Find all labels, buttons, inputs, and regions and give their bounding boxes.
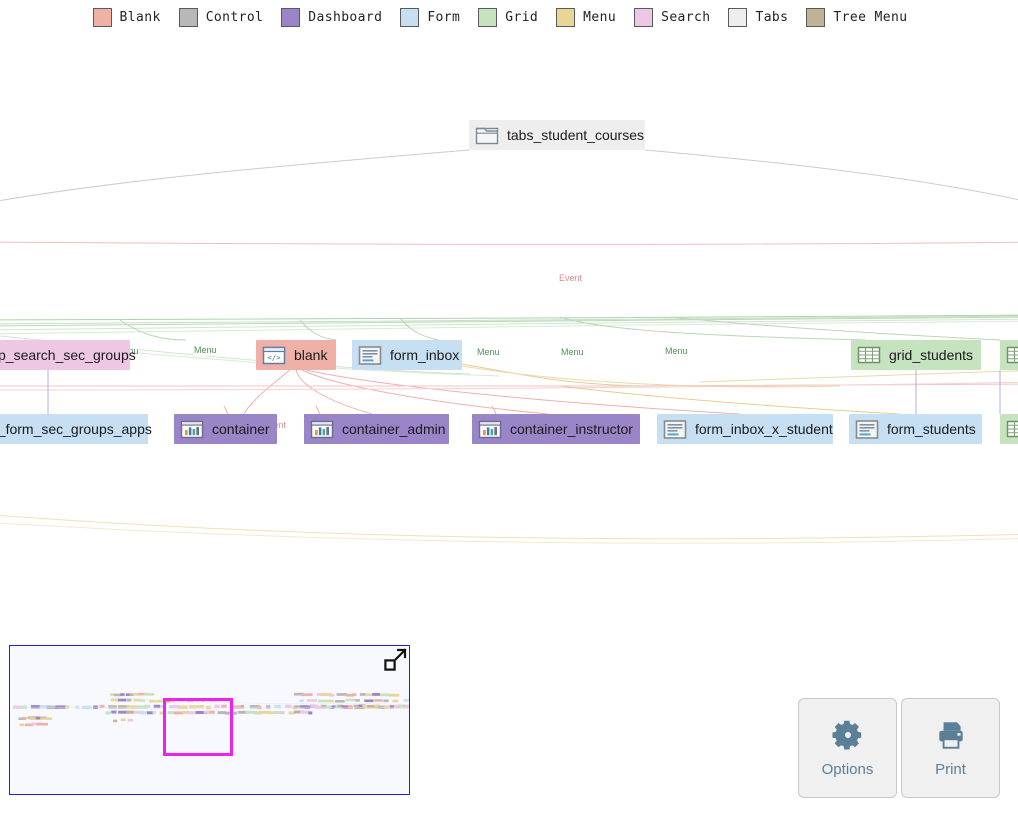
- legend-item-form[interactable]: Form: [400, 8, 460, 27]
- legend-item-label: Dashboard: [308, 10, 382, 25]
- form-doc-icon: [357, 344, 383, 366]
- grid-table-icon: [856, 344, 882, 366]
- print-button[interactable]: Print: [901, 698, 1000, 798]
- color-swatch-icon: [400, 8, 419, 27]
- color-swatch-icon: [728, 8, 747, 27]
- graph-node-tabs_student_courses[interactable]: tabs_student_courses: [469, 120, 645, 150]
- graph-node-grid_students[interactable]: grid_students: [851, 340, 981, 370]
- graph-node-label: form_inbox_x_student: [695, 421, 833, 437]
- legend-item-label: Form: [427, 10, 460, 25]
- legend: Blank Control Dashboard Form Grid Menu Search T…: [0, 0, 1018, 34]
- color-swatch-icon: [556, 8, 575, 27]
- printer-icon: [934, 718, 968, 752]
- color-swatch-icon: [281, 8, 300, 27]
- graph-node-form_inbox[interactable]: form_inbox: [352, 340, 462, 370]
- print-button-label: Print: [935, 761, 966, 778]
- legend-item-control[interactable]: Control: [179, 8, 264, 27]
- color-swatch-icon: [478, 8, 497, 27]
- legend-item-tabs[interactable]: Tabs: [728, 8, 788, 27]
- graph-node-label: p_form_sec_groups_apps: [0, 421, 152, 437]
- graph-node-container[interactable]: container: [174, 414, 277, 444]
- graph-node-blank[interactable]: </> blank: [256, 340, 336, 370]
- graph-node-label: tabs_student_courses: [507, 127, 644, 143]
- app-root: Blank Control Dashboard Form Grid Menu Search T…: [0, 0, 1018, 827]
- legend-item-label: Tree Menu: [833, 10, 907, 25]
- grid-table-icon: [1005, 344, 1018, 366]
- color-swatch-icon: [806, 8, 825, 27]
- minimap-viewport-rect[interactable]: [163, 698, 233, 756]
- options-button[interactable]: Options: [798, 698, 897, 798]
- graph-node-label: grid_students: [889, 347, 973, 363]
- gear-icon: [831, 718, 865, 752]
- options-button-label: Options: [822, 761, 874, 778]
- expand-arrow-icon[interactable]: [383, 648, 407, 672]
- color-swatch-icon: [93, 8, 112, 27]
- legend-item-label: Tabs: [755, 10, 788, 25]
- graph-node-grid_cut_right_top[interactable]: [1000, 340, 1018, 370]
- graph-node-label: p_search_sec_groups: [0, 347, 136, 363]
- svg-text:</>: </>: [267, 353, 281, 362]
- legend-item-menu[interactable]: Menu: [556, 8, 616, 27]
- action-button-group: Options Print: [798, 698, 1000, 798]
- color-swatch-icon: [634, 8, 653, 27]
- form-doc-icon: [662, 418, 688, 440]
- graph-node-grid_cut_right_bottom[interactable]: [1000, 414, 1018, 444]
- legend-item-label: Search: [661, 10, 710, 25]
- color-swatch-icon: [179, 8, 198, 27]
- chart-window-icon: [179, 418, 205, 440]
- graph-node-form_students[interactable]: form_students: [849, 414, 982, 444]
- code-window-icon: </>: [261, 344, 287, 366]
- graph-node-label: form_students: [887, 421, 976, 437]
- legend-item-dashboard[interactable]: Dashboard: [281, 8, 382, 27]
- graph-node-label: form_inbox: [390, 347, 459, 363]
- legend-item-label: Menu: [583, 10, 616, 25]
- legend-item-label: Blank: [120, 10, 161, 25]
- graph-node-p_form_sec_groups_apps[interactable]: p_form_sec_groups_apps: [0, 414, 148, 444]
- graph-node-p_search_sec_groups[interactable]: p_search_sec_groups: [0, 340, 130, 370]
- graph-node-label: container_instructor: [510, 421, 633, 437]
- form-doc-icon: [854, 418, 880, 440]
- grid-table-icon: [1005, 418, 1018, 440]
- tabs-folder-icon: [474, 124, 500, 146]
- graph-node-container_instructor[interactable]: container_instructor: [472, 414, 640, 444]
- graph-node-form_inbox_x_student[interactable]: form_inbox_x_student: [657, 414, 833, 444]
- graph-node-label: container: [212, 421, 270, 437]
- legend-item-blank[interactable]: Blank: [93, 8, 161, 27]
- legend-item-label: Control: [206, 10, 264, 25]
- legend-item-search[interactable]: Search: [634, 8, 710, 27]
- legend-item-grid[interactable]: Grid: [478, 8, 538, 27]
- minimap[interactable]: [9, 645, 410, 795]
- chart-window-icon: [309, 418, 335, 440]
- graph-canvas[interactable]: tabs_student_courses p_search_sec_groups <…: [0, 34, 1018, 634]
- legend-item-tree-menu[interactable]: Tree Menu: [806, 8, 907, 27]
- graph-node-container_admin[interactable]: container_admin: [304, 414, 449, 444]
- graph-node-label: blank: [294, 347, 327, 363]
- legend-item-label: Grid: [505, 10, 538, 25]
- chart-window-icon: [477, 418, 503, 440]
- graph-node-label: container_admin: [342, 421, 446, 437]
